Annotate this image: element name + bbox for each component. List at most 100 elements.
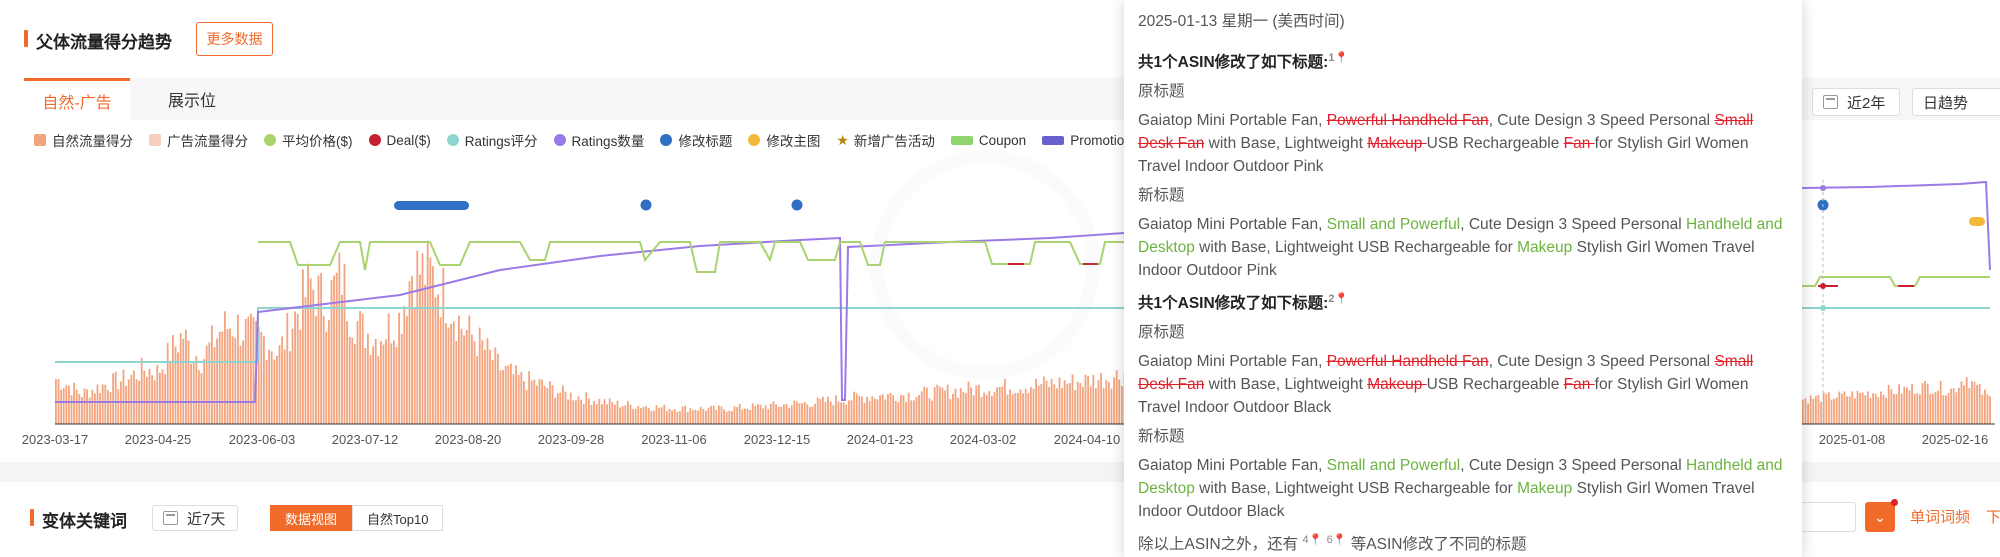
- bar-mark: [793, 400, 796, 424]
- bar-mark: [962, 392, 965, 424]
- bar-mark: [382, 344, 385, 424]
- bar-mark: [1030, 387, 1032, 424]
- bar-mark: [837, 401, 840, 424]
- legend-item[interactable]: Promotion: [1042, 133, 1132, 148]
- bar-mark: [697, 410, 699, 424]
- bar-mark: [715, 409, 718, 424]
- bar-mark: [608, 398, 611, 424]
- bar-mark: [1841, 393, 1843, 424]
- bar-mark: [1097, 380, 1100, 424]
- next-link[interactable]: 下: [1986, 506, 2000, 527]
- bar-mark: [117, 389, 120, 424]
- bar-mark: [1965, 377, 1968, 424]
- bar-mark: [996, 387, 998, 424]
- x-tick-label: 2024-03-02: [949, 432, 1017, 447]
- bar-mark: [104, 384, 107, 424]
- bar-mark: [1095, 388, 1097, 424]
- legend-item[interactable]: 平均价格($): [264, 130, 353, 150]
- bar-mark: [148, 368, 151, 424]
- bar-mark: [125, 385, 127, 424]
- keyword-range-picker[interactable]: 近7天: [152, 505, 238, 531]
- bar-mark: [252, 317, 255, 424]
- bar-mark: [338, 252, 341, 424]
- bar-mark: [1911, 383, 1913, 424]
- legend-item[interactable]: Coupon: [950, 133, 1026, 148]
- bar-mark: [1807, 403, 1809, 424]
- legend-item[interactable]: Ratings评分: [446, 130, 538, 150]
- bar-mark: [1960, 381, 1963, 424]
- legend-item[interactable]: Deal($): [368, 133, 431, 148]
- bar-mark: [351, 337, 354, 424]
- bar-mark: [978, 384, 980, 424]
- legend-item[interactable]: 自然流量得分: [34, 130, 133, 150]
- section-title-traffic: 父体流量得分趋势: [24, 28, 172, 53]
- title-text: , Cute Design 3 Speed Personal: [1488, 112, 1715, 130]
- bar-mark: [582, 404, 585, 424]
- bar-mark: [372, 346, 374, 424]
- bar-mark: [577, 396, 580, 424]
- bar-mark: [205, 345, 208, 424]
- tab-placement[interactable]: 展示位: [142, 78, 242, 120]
- bar-mark: [489, 349, 491, 424]
- bar-mark: [1929, 393, 1932, 424]
- bar-mark: [1017, 393, 1019, 424]
- bar-mark: [515, 365, 517, 424]
- bar-mark: [606, 404, 608, 424]
- bar-mark: [876, 399, 879, 424]
- bar-mark: [278, 345, 281, 424]
- legend-item[interactable]: Ratings数量: [553, 130, 644, 150]
- keyword-search-input[interactable]: [1800, 502, 1856, 532]
- bar-mark: [1838, 391, 1841, 424]
- bar-mark: [853, 391, 855, 424]
- bar-mark: [772, 401, 775, 424]
- bar-mark: [663, 404, 666, 424]
- bar-mark: [920, 391, 923, 424]
- bar-mark: [133, 370, 135, 424]
- bar-mark: [1084, 374, 1087, 424]
- bar-mark: [1885, 397, 1887, 424]
- bar-mark: [1100, 372, 1102, 424]
- bar-mark: [122, 369, 125, 424]
- bar-mark: [803, 402, 806, 424]
- title-text: , Cute Design 3 Speed Personal: [1488, 353, 1715, 371]
- single-word-frequency-link[interactable]: 单词词频: [1910, 506, 1970, 527]
- bar-mark: [229, 328, 231, 424]
- bar-mark: [710, 405, 712, 424]
- bar-mark: [627, 401, 629, 424]
- bar-mark: [832, 405, 835, 424]
- bar-mark: [346, 321, 348, 424]
- tab-organic-ads[interactable]: 自然-广告: [24, 78, 130, 120]
- bar-mark: [621, 406, 624, 424]
- legend-item[interactable]: 修改标题: [660, 130, 732, 150]
- dropdown-button[interactable]: ⌄: [1865, 499, 1898, 532]
- bar-mark: [1856, 390, 1859, 424]
- bar-mark: [907, 392, 910, 424]
- view-data-button[interactable]: 数据视图: [270, 505, 353, 531]
- bar-mark: [707, 407, 710, 424]
- legend-item[interactable]: 广告流量得分: [149, 130, 248, 150]
- tooltip-footer: 除以上ASIN之外，还有 4📍 6📍 等ASIN修改了不同的标题: [1138, 529, 1786, 556]
- bar-mark: [473, 341, 476, 424]
- removed-text: Powerful Handheld Fan: [1326, 353, 1489, 371]
- new-title-label: 新标题: [1138, 187, 1185, 205]
- legend-item[interactable]: ★ 新增广告活动: [836, 130, 935, 150]
- pin-icon: 📍: [1334, 52, 1349, 64]
- bar-mark: [419, 274, 421, 424]
- view-top10-button[interactable]: 自然Top10: [352, 505, 444, 531]
- bar-mark: [991, 395, 993, 424]
- granularity-select[interactable]: 日趋势: [1912, 88, 2000, 116]
- bar-mark: [1011, 394, 1014, 424]
- bar-mark: [1019, 389, 1022, 424]
- bar-mark: [208, 342, 211, 424]
- bar-mark: [723, 409, 725, 424]
- bar-mark: [86, 389, 88, 424]
- title-text: Gaiatop Mini Portable Fan,: [1138, 353, 1327, 371]
- bar-mark: [1903, 386, 1906, 424]
- bar-mark: [933, 387, 936, 424]
- bar-mark: [814, 403, 816, 424]
- more-data-button[interactable]: 更多数据: [196, 22, 273, 56]
- range-picker[interactable]: 近2年: [1812, 88, 1900, 116]
- bar-mark: [1986, 394, 1989, 424]
- calendar-icon: [1823, 95, 1838, 109]
- legend-item[interactable]: 修改主图: [748, 130, 820, 150]
